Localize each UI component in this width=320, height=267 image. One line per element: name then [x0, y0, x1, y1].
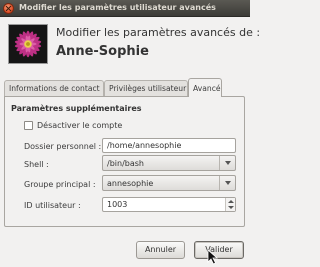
spin-buttons[interactable] [225, 198, 235, 211]
tab-user-privileges[interactable]: Privilèges utilisateur [104, 80, 188, 96]
tab-contact-info[interactable]: Informations de contact [4, 80, 104, 96]
tab-advanced[interactable]: Avancé [188, 78, 222, 97]
cancel-button[interactable]: Annuler [136, 241, 185, 259]
shell-label: Shell : [24, 160, 49, 169]
user-id-value: 1003 [107, 200, 128, 209]
shell-combo[interactable]: /bin/bash [102, 155, 236, 171]
ok-button[interactable]: Valider [194, 241, 244, 259]
spin-up-icon[interactable] [228, 200, 234, 203]
title-bar: Modifier les paramètres utilisateur avan… [0, 0, 250, 17]
close-icon[interactable] [3, 3, 14, 14]
user-id-label: ID utilisateur : [24, 201, 81, 210]
disable-account-checkbox[interactable] [24, 121, 33, 130]
home-dir-input[interactable]: /home/annesophie [102, 138, 236, 153]
shell-value: /bin/bash [107, 159, 144, 168]
section-title: Paramètres supplémentaires [11, 104, 142, 113]
user-id-spinner[interactable]: 1003 [102, 197, 236, 212]
mouse-cursor-icon [207, 249, 219, 265]
chevron-down-icon[interactable] [219, 156, 235, 170]
spin-down-icon[interactable] [228, 206, 234, 209]
window-title: Modifier les paramètres utilisateur avan… [19, 3, 216, 12]
home-dir-label: Dossier personnel : [24, 142, 102, 151]
main-group-label: Groupe principal : [24, 180, 96, 189]
disable-account-label[interactable]: Désactiver le compte [37, 121, 122, 130]
user-avatar[interactable] [8, 24, 48, 64]
dialog-heading: Modifier les paramètres avancés de : [56, 26, 261, 39]
main-group-combo[interactable]: annesophie [102, 175, 236, 191]
flower-image [9, 25, 47, 63]
chevron-down-icon[interactable] [219, 176, 235, 190]
main-group-value: annesophie [107, 179, 154, 188]
username-label: Anne-Sophie [56, 44, 149, 59]
